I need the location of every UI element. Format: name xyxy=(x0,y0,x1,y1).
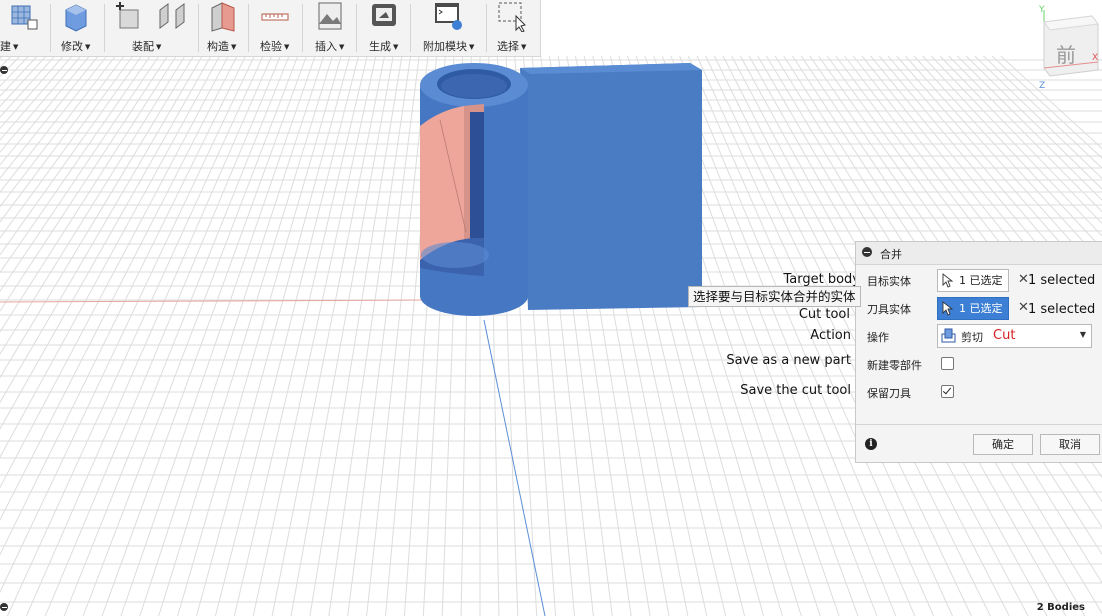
target-body-selector[interactable]: 1 已选定 xyxy=(937,269,1009,292)
comments-collapse-icon[interactable] xyxy=(0,603,8,611)
annotation-cut-tool: Cut tool xyxy=(798,307,850,322)
keep-tools-checkbox[interactable] xyxy=(941,385,954,398)
create-icon xyxy=(11,5,38,30)
select-icon xyxy=(498,2,526,32)
toolbar-label: 装配 xyxy=(132,40,154,53)
annotation-save-new-part: Save as a new part xyxy=(726,353,851,368)
combine-dialog: 合并 目标实体 1 已选定 ✕ 1 selected 刀具实体 1 已选定 ✕ … xyxy=(855,241,1102,463)
toolbar-label: 附加模块 xyxy=(423,40,467,53)
annotation-save-cut-tool: Save the cut tool xyxy=(740,383,851,398)
target-body-value: 1 已选定 xyxy=(959,274,1003,287)
cut-operation-icon xyxy=(941,328,956,343)
cancel-button[interactable]: 取消 xyxy=(1040,434,1100,455)
select-cursor-icon xyxy=(942,273,954,288)
toolbar-label: 构造 xyxy=(207,40,229,53)
select-cursor-icon xyxy=(942,301,954,316)
inspect-icon xyxy=(261,13,289,21)
operation-value: 剪切 xyxy=(961,331,983,344)
model-bodies[interactable] xyxy=(400,55,720,335)
make-icon xyxy=(372,4,396,26)
toolbar-group-insert[interactable]: 插入 ▼ xyxy=(310,0,350,56)
target-selected-count: 1 selected xyxy=(1028,273,1096,288)
insert-icon xyxy=(318,2,342,30)
bodies-count: 2 Bodies xyxy=(1036,602,1085,613)
toolbar-label: 选择 xyxy=(497,40,519,53)
plate-body xyxy=(520,63,702,310)
tool-body-selector[interactable]: 1 已选定 xyxy=(937,297,1009,320)
ribbon-toolbar: 建 ▼ 修改 ▼ 装配 ▼ 构造 ▼ 检验 ▼ 插入 ▼ 生成 ▼ 附加模块 ▼… xyxy=(0,0,541,57)
operation-dropdown[interactable]: 剪切 Cut ▼ xyxy=(937,324,1092,348)
chevron-down-icon: ▼ xyxy=(1079,330,1086,339)
viewcube-axis-x: X xyxy=(1092,53,1098,63)
new-component-checkbox[interactable] xyxy=(941,357,954,370)
dialog-footer: i 确定 取消 xyxy=(856,424,1102,463)
toolbar-group-inspect[interactable]: 检验 ▼ xyxy=(256,0,296,56)
keep-tools-label: 保留刀具 xyxy=(867,387,911,400)
dialog-title: 合并 xyxy=(880,248,902,261)
ok-button[interactable]: 确定 xyxy=(973,434,1033,455)
toolbar-group-modify[interactable]: 修改 ▼ xyxy=(58,0,98,56)
viewcube[interactable]: Y 前 X Z xyxy=(1036,0,1102,92)
construct-icon xyxy=(211,2,235,32)
toolbar-group-addins[interactable]: 附加模块 ▼ xyxy=(418,0,482,56)
target-body-label: 目标实体 xyxy=(867,275,911,288)
tool-body-value: 1 已选定 xyxy=(959,302,1003,315)
new-component-icon xyxy=(116,2,139,29)
toolbar-group-assemble[interactable]: 装配 ▼ xyxy=(110,0,194,56)
info-icon[interactable]: i xyxy=(865,438,877,450)
toolbar-label: 建 xyxy=(0,40,11,53)
joint-icon xyxy=(159,3,185,29)
viewcube-face-front: 前 xyxy=(1056,43,1076,67)
tool-body-label: 刀具实体 xyxy=(867,303,911,316)
modify-icon xyxy=(65,4,87,32)
operation-value-en: Cut xyxy=(993,328,1016,343)
annotation-target-body: Target body xyxy=(783,272,860,287)
toolbar-group-construct[interactable]: 构造 ▼ xyxy=(204,0,244,56)
toolbar-label: 生成 xyxy=(369,40,391,53)
dialog-collapse-icon[interactable] xyxy=(862,247,872,257)
toolbar-label: 插入 xyxy=(315,40,337,53)
viewcube-axis-z: Z xyxy=(1039,81,1045,91)
toolbar-group-make[interactable]: 生成 ▼ xyxy=(364,0,404,56)
tool-selected-count: 1 selected xyxy=(1028,302,1096,317)
selection-tooltip: 选择要与目标实体合并的实体 xyxy=(688,286,861,307)
addins-icon xyxy=(435,3,462,30)
toolbar-group-select[interactable]: 选择 ▼ xyxy=(492,0,536,56)
new-component-label: 新建零部件 xyxy=(867,359,922,372)
annotation-action: Action xyxy=(810,328,851,343)
toolbar-group-create[interactable]: 建 ▼ xyxy=(0,0,48,56)
browser-collapse-icon[interactable] xyxy=(0,66,8,74)
dialog-header[interactable]: 合并 xyxy=(856,242,1102,265)
viewcube-axis-y: Y xyxy=(1038,5,1045,15)
operation-label: 操作 xyxy=(867,331,889,344)
toolbar-label: 检验 xyxy=(260,40,282,53)
toolbar-label: 修改 xyxy=(61,40,83,53)
